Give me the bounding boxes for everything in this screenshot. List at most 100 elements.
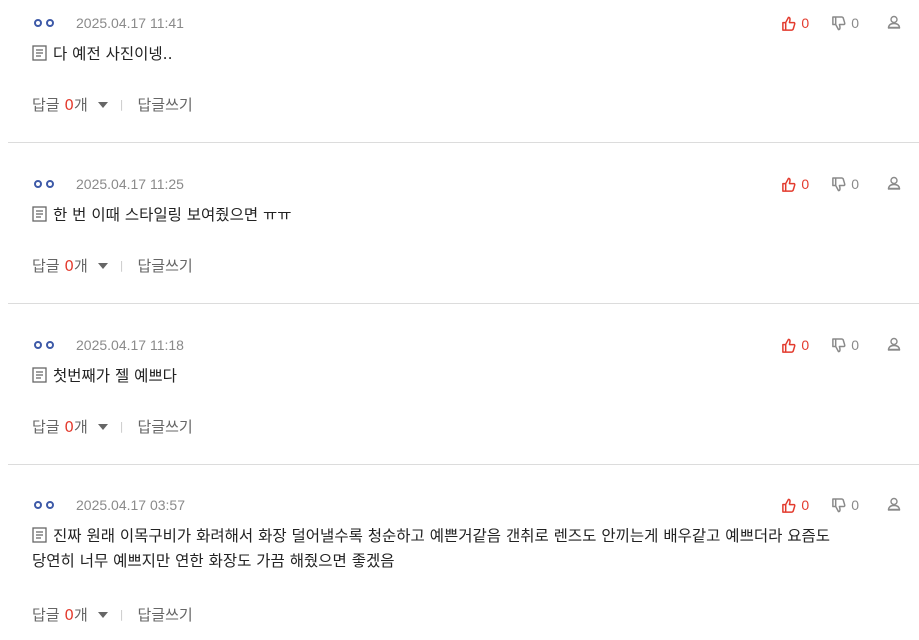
comment-actions: 답글 0개 | 답글쓰기 (32, 255, 193, 276)
comment-divider (8, 303, 919, 304)
report-button[interactable] (887, 497, 901, 514)
caret-down-icon[interactable] (97, 101, 108, 108)
reply-count: 0 (64, 418, 74, 436)
caret-down-icon[interactable] (97, 611, 108, 618)
like-button[interactable]: 0 (781, 176, 809, 192)
comment-item: 2025.04.17 03:57 0 0 진짜 원래 이목구비가 화려해서 화장… (8, 496, 919, 636)
comment-meta: 2025.04.17 11:25 (34, 175, 184, 193)
report-user-icon (887, 337, 901, 351)
separator: | (119, 420, 124, 433)
thumbs-up-icon (782, 16, 796, 31)
memo-icon (32, 527, 47, 543)
user-dot-icon (46, 19, 54, 27)
commenter-name[interactable] (34, 498, 58, 513)
comment-item: 2025.04.17 11:25 0 0 한 번 이때 스타일링 보여줬으면 ㅠ… (8, 175, 919, 285)
report-button[interactable] (887, 337, 901, 354)
commenter-name[interactable] (34, 16, 58, 31)
comment-actions: 답글 0개 | 답글쓰기 (32, 94, 193, 115)
reply-count: 0 (64, 606, 74, 624)
comment-item: 2025.04.17 11:18 0 0 첫번째가 젤 예쁘다 답글 0개 | … (8, 336, 919, 446)
comment-text-line: 당연히 너무 예쁘지만 연한 화장도 가끔 해줬으면 좋겠음 (32, 552, 395, 570)
separator: | (119, 259, 124, 272)
caret-down-icon[interactable] (97, 423, 108, 430)
comment-divider (8, 142, 919, 143)
report-user-icon (887, 15, 901, 29)
comment-text-row: 당연히 너무 예쁘지만 연한 화장도 가끔 해줬으면 좋겠음 (32, 549, 902, 574)
like-button[interactable]: 0 (781, 497, 809, 513)
like-count: 0 (801, 497, 810, 513)
comment-body: 첫번째가 젤 예쁘다 (32, 364, 902, 389)
comment-actions: 답글 0개 | 답글쓰기 (32, 604, 193, 625)
user-dot-icon (34, 180, 42, 188)
comment-meta: 2025.04.17 11:41 (34, 14, 184, 32)
comment-item: 2025.04.17 11:41 0 0 다 예전 사진이넹.. 답글 0개 |… (8, 14, 919, 124)
dislike-count: 0 (851, 497, 859, 513)
report-user-icon (887, 176, 901, 190)
comment-meta: 2025.04.17 03:57 (34, 496, 185, 514)
comment-date: 2025.04.17 03:57 (76, 497, 185, 513)
reply-unit: 개 (73, 257, 88, 275)
caret-down-icon[interactable] (97, 262, 108, 269)
vote-bar: 0 0 (759, 14, 901, 32)
reply-toggle[interactable]: 답글 0개 (32, 94, 88, 115)
comment-text-line: 한 번 이때 스타일링 보여줬으면 ㅠㅠ (53, 206, 292, 224)
memo-icon (32, 367, 47, 383)
reply-label: 답글 (32, 606, 60, 624)
comment-meta: 2025.04.17 11:18 (34, 336, 184, 354)
thumbs-down-icon (832, 497, 846, 512)
comment-text-line: 다 예전 사진이넹.. (53, 45, 173, 63)
commenter-name[interactable] (34, 338, 58, 353)
thumbs-down-icon (832, 337, 846, 352)
write-reply-link[interactable]: 답글쓰기 (137, 416, 192, 437)
like-count: 0 (801, 337, 810, 353)
dislike-button[interactable]: 0 (831, 15, 859, 31)
user-dot-icon (34, 19, 42, 27)
thumbs-up-icon (782, 498, 796, 513)
comment-body: 한 번 이때 스타일링 보여줬으면 ㅠㅠ (32, 203, 902, 228)
reply-toggle[interactable]: 답글 0개 (32, 255, 88, 276)
report-button[interactable] (887, 176, 901, 193)
like-button[interactable]: 0 (781, 337, 809, 353)
commenter-name[interactable] (34, 177, 58, 192)
comment-actions: 답글 0개 | 답글쓰기 (32, 416, 193, 437)
dislike-button[interactable]: 0 (831, 337, 859, 353)
reply-unit: 개 (73, 418, 88, 436)
vote-bar: 0 0 (759, 336, 901, 354)
comment-date: 2025.04.17 11:25 (76, 176, 184, 192)
report-user-icon (887, 497, 901, 511)
reply-label: 답글 (32, 96, 60, 114)
thumbs-down-icon (832, 176, 846, 191)
thumbs-down-icon (832, 15, 846, 30)
dislike-count: 0 (851, 15, 859, 31)
separator: | (119, 98, 124, 111)
user-dot-icon (34, 501, 42, 509)
write-reply-link[interactable]: 답글쓰기 (137, 604, 192, 625)
like-count: 0 (801, 176, 810, 192)
comment-text-line: 첫번째가 젤 예쁘다 (53, 367, 177, 385)
dislike-count: 0 (851, 337, 859, 353)
user-dot-icon (46, 501, 54, 509)
reply-toggle[interactable]: 답글 0개 (32, 416, 88, 437)
user-dot-icon (46, 180, 54, 188)
user-dot-icon (34, 341, 42, 349)
comment-body: 진짜 원래 이목구비가 화려해서 화장 덜어낼수록 청순하고 예쁜거같음 갠취로… (32, 524, 902, 574)
write-reply-link[interactable]: 답글쓰기 (137, 255, 192, 276)
thumbs-up-icon (782, 338, 796, 353)
reply-unit: 개 (73, 96, 88, 114)
memo-icon (32, 206, 47, 222)
reply-count: 0 (64, 257, 74, 275)
like-count: 0 (801, 15, 810, 31)
comment-date: 2025.04.17 11:41 (76, 15, 184, 31)
like-button[interactable]: 0 (781, 15, 809, 31)
user-dot-icon (46, 341, 54, 349)
vote-bar: 0 0 (759, 496, 901, 514)
dislike-button[interactable]: 0 (831, 176, 859, 192)
report-button[interactable] (887, 15, 901, 32)
reply-toggle[interactable]: 답글 0개 (32, 604, 88, 625)
dislike-count: 0 (851, 176, 859, 192)
reply-label: 답글 (32, 257, 60, 275)
thumbs-up-icon (782, 177, 796, 192)
dislike-button[interactable]: 0 (831, 497, 859, 513)
write-reply-link[interactable]: 답글쓰기 (137, 94, 192, 115)
reply-count: 0 (64, 96, 74, 114)
